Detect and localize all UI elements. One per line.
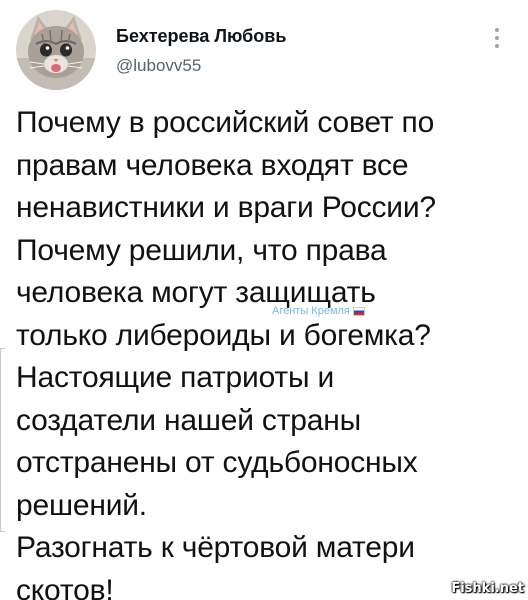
tweet-card: Бехтерева Любовь @lubovv55 Почему в росс… bbox=[0, 0, 528, 600]
more-vertical-icon[interactable] bbox=[494, 28, 500, 50]
russian-flag-icon bbox=[352, 306, 365, 316]
agents-watermark-label: Агенты Кремля bbox=[272, 305, 350, 317]
author-handle[interactable]: @lubovv55 bbox=[116, 56, 201, 76]
author-name[interactable]: Бехтерева Любовь bbox=[116, 26, 286, 47]
tweet-header: Бехтерева Любовь @lubovv55 bbox=[16, 10, 516, 90]
agents-watermark: Агенты Кремля bbox=[272, 305, 365, 317]
edge-bracket bbox=[0, 348, 5, 532]
kitten-avatar-icon[interactable] bbox=[16, 10, 96, 90]
site-watermark: Fishki.net bbox=[451, 581, 524, 596]
tweet-text: Почему в российский совет по правам чело… bbox=[16, 106, 436, 600]
